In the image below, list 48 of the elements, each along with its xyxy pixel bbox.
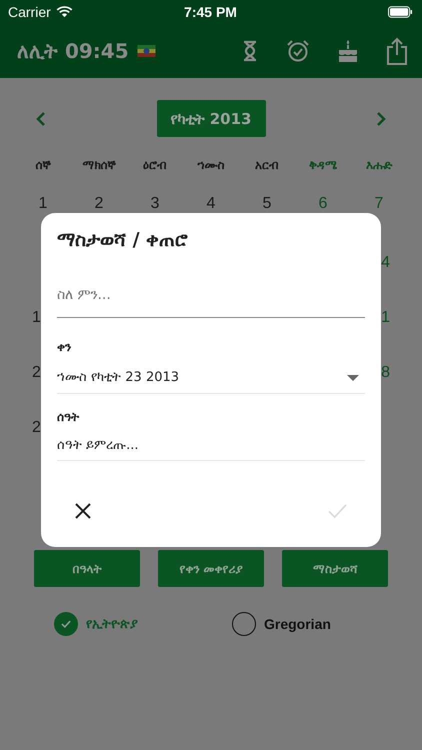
day-number[interactable]: 5 [262, 193, 272, 215]
day-number[interactable]: 1 [381, 306, 390, 328]
weekday-label: አርብ [255, 157, 279, 174]
day-number[interactable]: 2 [32, 362, 41, 384]
time-picker-field[interactable]: ሰዓት ይምረጡ... [57, 424, 365, 461]
calendar-option-label[interactable]: የኢትዮጵያ [86, 616, 138, 632]
weekday-label: ዕሮብ [143, 157, 167, 174]
radio-button[interactable] [232, 612, 256, 636]
day-number[interactable]: 4 [381, 252, 390, 274]
app-title: ለሊት 09:45 [17, 39, 129, 63]
day-number[interactable]: 1 [32, 306, 41, 328]
day-number[interactable]: 2 [32, 416, 41, 438]
day-number[interactable]: 6 [318, 193, 328, 215]
clock-time: 7:45 PM [184, 4, 237, 20]
day-number[interactable]: 3 [150, 193, 160, 215]
dialog-title: ማስታወሻ / ቀጠሮ [57, 229, 190, 251]
weekday-label: ቅዳሜ [309, 157, 337, 174]
battery-icon [388, 6, 413, 18]
month-button[interactable]: የካቲት 2013 [156, 100, 266, 137]
menu-button[interactable]: የቀን መቀየሪያ [158, 550, 264, 587]
cake-icon[interactable] [336, 39, 360, 63]
caret-icon [347, 374, 359, 380]
chevron-right-icon[interactable] [376, 110, 386, 126]
weekday-label: ኀሙስ [198, 157, 224, 174]
share-icon[interactable] [386, 37, 408, 65]
day-number[interactable]: 2 [94, 193, 104, 215]
date-value: ኀሙስ የካቲት 23 2013 [57, 370, 180, 385]
day-number[interactable]: 8 [381, 362, 390, 384]
wifi-icon [56, 6, 73, 18]
chevron-left-icon[interactable] [36, 110, 46, 126]
weekday-label: ማክሰኞ [82, 157, 116, 174]
close-icon[interactable] [75, 503, 91, 519]
day-number[interactable]: 4 [206, 193, 216, 215]
calendar-option-label[interactable]: Gregorian [264, 616, 331, 632]
radio-button[interactable] [54, 612, 78, 636]
field-label: ሰዓት [57, 410, 80, 424]
date-dropdown[interactable]: ኀሙስ የካቲት 23 2013 [57, 354, 365, 394]
menu-button[interactable]: ማስታወሻ [282, 550, 388, 587]
menu-button[interactable]: በዓላት [34, 550, 140, 587]
weekday-label: እሑድ [366, 157, 392, 174]
day-number[interactable]: 1 [38, 193, 48, 215]
carrier-label: Carrier [8, 4, 51, 20]
text-input-field[interactable]: ስለ ምን... [57, 281, 365, 318]
alarm-clock-icon[interactable] [286, 39, 310, 63]
day-number[interactable]: 7 [374, 193, 384, 215]
weekday-label: ሰኞ [36, 157, 50, 174]
field-label: ቀን [57, 340, 72, 354]
flag-icon [136, 45, 156, 57]
